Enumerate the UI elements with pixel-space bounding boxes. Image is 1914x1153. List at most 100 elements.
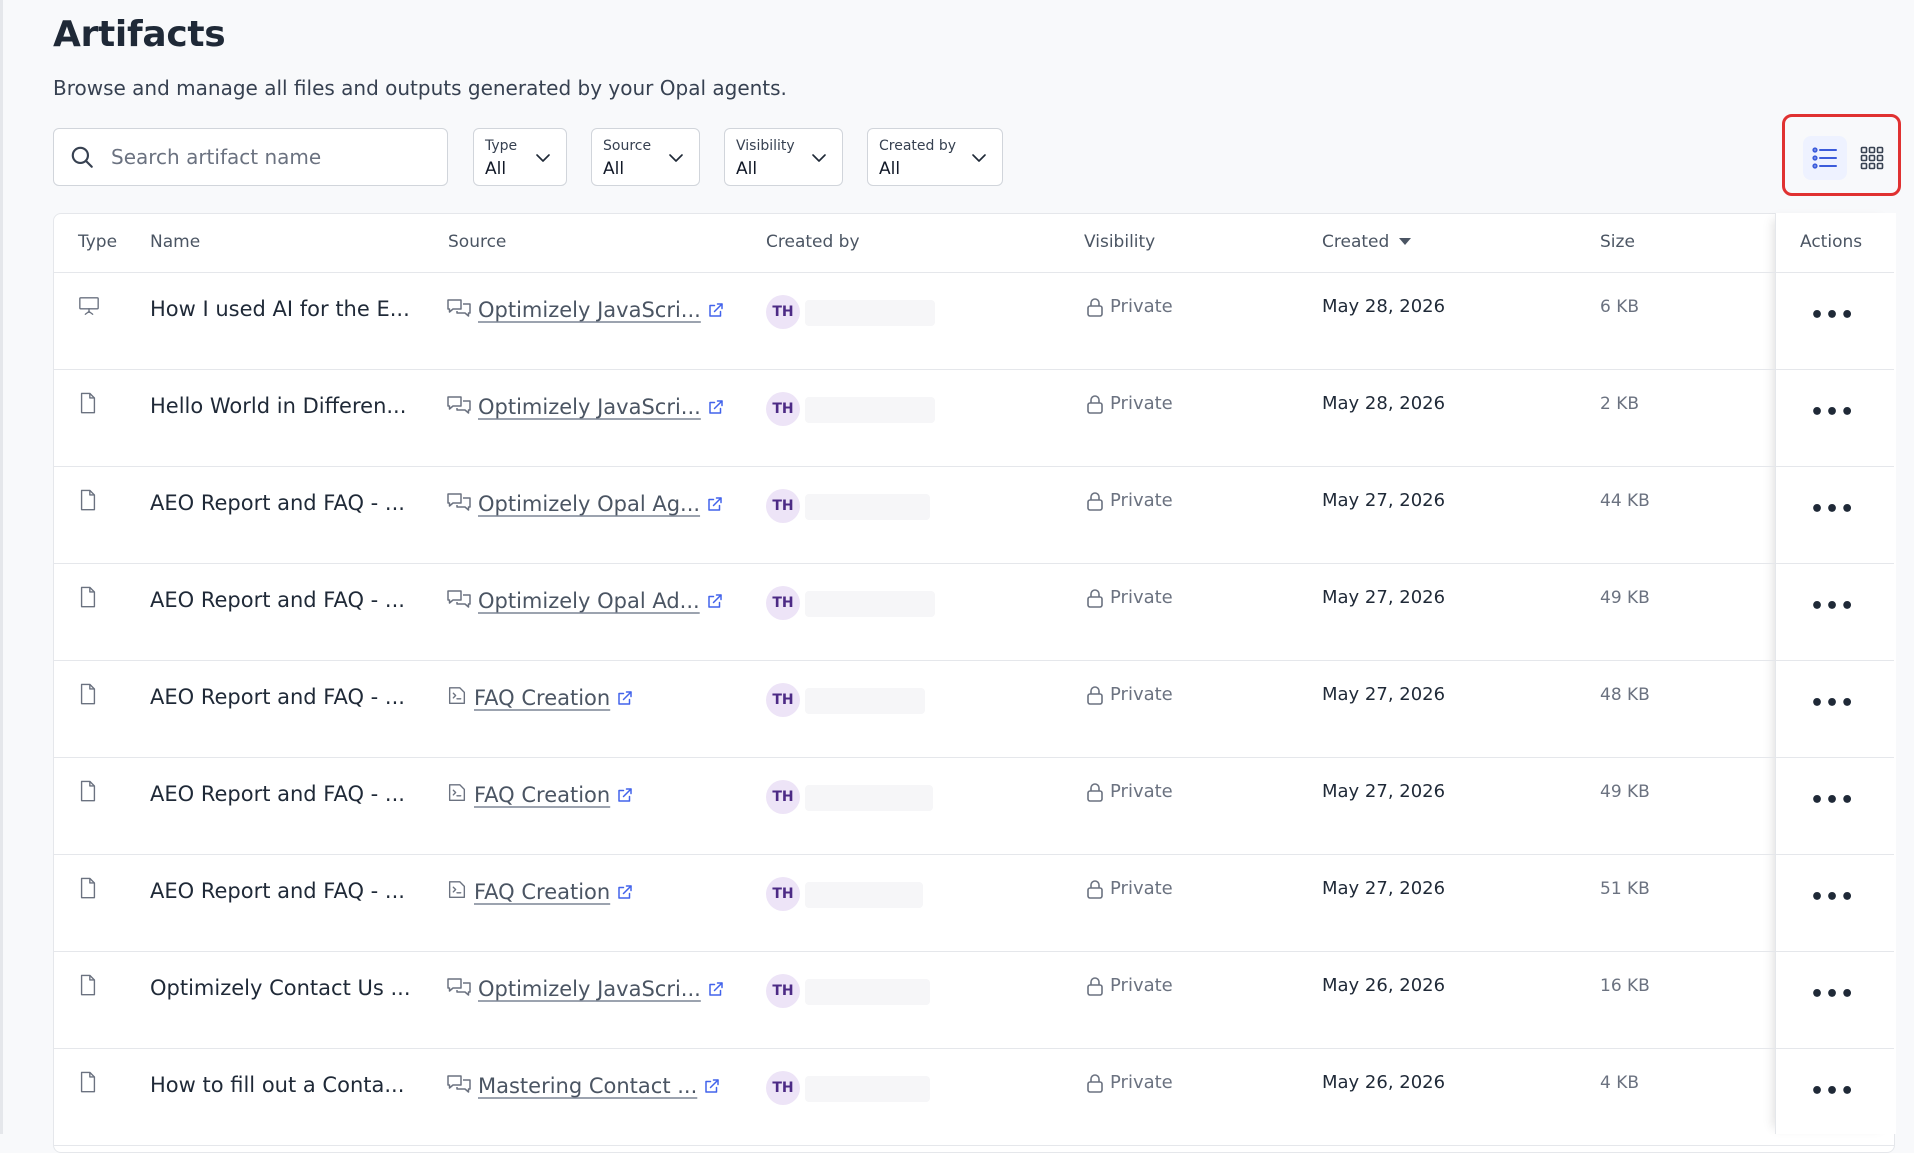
- row-divider: [54, 951, 1894, 952]
- more-actions-button[interactable]: •••: [1810, 400, 1855, 425]
- row-divider: [54, 1145, 1894, 1146]
- column-header-source[interactable]: Source: [448, 232, 506, 252]
- filter-created-by-label: Created by: [879, 138, 957, 154]
- visibility-label: Private: [1110, 490, 1173, 511]
- type-icon-cell: [78, 683, 98, 709]
- created-date: May 28, 2026: [1322, 393, 1446, 414]
- source-cell[interactable]: Optimizely Opal Ad...: [446, 588, 724, 614]
- document-icon: [78, 586, 98, 612]
- source-cell[interactable]: Mastering Contact ...: [446, 1073, 721, 1099]
- created-date: May 26, 2026: [1322, 975, 1446, 996]
- search-input[interactable]: [109, 144, 413, 170]
- source-cell[interactable]: FAQ Creation: [446, 685, 634, 711]
- column-header-type[interactable]: Type: [78, 232, 117, 252]
- artifact-name[interactable]: Hello World in Differen...: [150, 394, 406, 418]
- avatar-initials: TH: [766, 683, 800, 717]
- source-link[interactable]: FAQ Creation: [474, 880, 610, 904]
- source-link[interactable]: Mastering Contact ...: [478, 1074, 697, 1098]
- search-box[interactable]: [53, 128, 448, 186]
- avatar: TH: [766, 683, 800, 717]
- visibility-label: Private: [1110, 296, 1173, 317]
- external-link-icon: [618, 788, 632, 802]
- more-actions-button[interactable]: •••: [1810, 1079, 1855, 1104]
- type-icon-cell: [78, 586, 98, 612]
- file-size: 51 KB: [1600, 879, 1650, 899]
- document-icon: [78, 780, 98, 806]
- visibility-cell: Private: [1086, 684, 1173, 705]
- filter-created-by-value: All: [879, 159, 901, 179]
- source-link[interactable]: Optimizely JavaScri...: [478, 977, 701, 1001]
- filter-source[interactable]: Source All: [591, 128, 700, 186]
- source-cell[interactable]: Optimizely JavaScri...: [446, 297, 725, 323]
- more-actions-button[interactable]: •••: [1810, 497, 1855, 522]
- created-date: May 27, 2026: [1322, 490, 1446, 511]
- source-cell[interactable]: Optimizely JavaScri...: [446, 394, 725, 420]
- artifact-name[interactable]: How I used AI for the E...: [150, 297, 410, 321]
- source-link[interactable]: Optimizely JavaScri...: [478, 298, 701, 322]
- artifacts-table: [53, 213, 1895, 1153]
- column-header-created[interactable]: Created: [1322, 232, 1412, 252]
- more-actions-button[interactable]: •••: [1810, 788, 1855, 813]
- file-size: 49 KB: [1600, 588, 1650, 608]
- page-title: Artifacts: [53, 14, 226, 55]
- row-divider: [54, 466, 1894, 467]
- file-size: 16 KB: [1600, 976, 1650, 996]
- lock-icon: [1087, 394, 1103, 414]
- row-divider: [54, 854, 1894, 855]
- more-actions-button[interactable]: •••: [1810, 982, 1855, 1007]
- list-view-icon: [1812, 147, 1837, 169]
- more-actions-button[interactable]: •••: [1810, 691, 1855, 716]
- source-cell[interactable]: FAQ Creation: [446, 782, 634, 808]
- avatar: TH: [766, 489, 800, 523]
- visibility-cell: Private: [1086, 1072, 1173, 1093]
- avatar-initials: TH: [766, 295, 800, 329]
- source-link[interactable]: Optimizely Opal Ag...: [478, 492, 700, 516]
- visibility-label: Private: [1110, 587, 1173, 608]
- avatar: TH: [766, 1071, 800, 1105]
- source-link[interactable]: Optimizely JavaScri...: [478, 395, 701, 419]
- presentation-icon: [78, 297, 100, 321]
- artifact-name[interactable]: How to fill out a Conta...: [150, 1073, 404, 1097]
- column-header-visibility[interactable]: Visibility: [1084, 232, 1155, 252]
- artifact-name[interactable]: Optimizely Contact Us ...: [150, 976, 411, 1000]
- artifact-name[interactable]: AEO Report and FAQ - ...: [150, 491, 405, 515]
- source-link[interactable]: FAQ Creation: [474, 686, 610, 710]
- redacted-username: [805, 300, 935, 326]
- artifact-name[interactable]: AEO Report and FAQ - ...: [150, 588, 405, 612]
- lock-icon: [1087, 1073, 1103, 1093]
- artifact-name[interactable]: AEO Report and FAQ - ...: [150, 685, 405, 709]
- visibility-label: Private: [1110, 878, 1173, 899]
- source-link[interactable]: FAQ Creation: [474, 783, 610, 807]
- workflow-icon: [446, 685, 468, 711]
- file-size: 2 KB: [1600, 394, 1640, 414]
- filter-type[interactable]: Type All: [473, 128, 567, 186]
- filter-created-by[interactable]: Created by All: [867, 128, 1003, 186]
- artifact-name[interactable]: AEO Report and FAQ - ...: [150, 782, 405, 806]
- source-cell[interactable]: FAQ Creation: [446, 879, 634, 905]
- source-cell[interactable]: Optimizely Opal Ag...: [446, 491, 724, 517]
- visibility-cell: Private: [1086, 393, 1173, 414]
- more-actions-button[interactable]: •••: [1810, 594, 1855, 619]
- filter-visibility[interactable]: Visibility All: [724, 128, 843, 186]
- list-view-button[interactable]: [1803, 136, 1847, 180]
- row-divider: [54, 1048, 1894, 1049]
- chat-icon: [446, 588, 472, 614]
- column-header-created-by[interactable]: Created by: [766, 232, 860, 252]
- column-header-size[interactable]: Size: [1600, 232, 1635, 252]
- more-actions-button[interactable]: •••: [1810, 885, 1855, 910]
- visibility-cell: Private: [1086, 490, 1173, 511]
- created-date: May 26, 2026: [1322, 1072, 1446, 1093]
- avatar: TH: [766, 295, 800, 329]
- more-actions-button[interactable]: •••: [1810, 303, 1855, 328]
- artifact-name[interactable]: AEO Report and FAQ - ...: [150, 879, 405, 903]
- column-header-name[interactable]: Name: [150, 232, 200, 252]
- document-icon: [78, 489, 98, 515]
- visibility-cell: Private: [1086, 296, 1173, 317]
- source-link[interactable]: Optimizely Opal Ad...: [478, 589, 700, 613]
- external-link-icon: [707, 594, 722, 608]
- source-cell[interactable]: Optimizely JavaScri...: [446, 976, 725, 1002]
- grid-view-button[interactable]: [1850, 136, 1894, 180]
- type-icon-cell: [78, 1071, 98, 1097]
- file-size: 48 KB: [1600, 685, 1650, 705]
- lock-icon: [1087, 976, 1103, 996]
